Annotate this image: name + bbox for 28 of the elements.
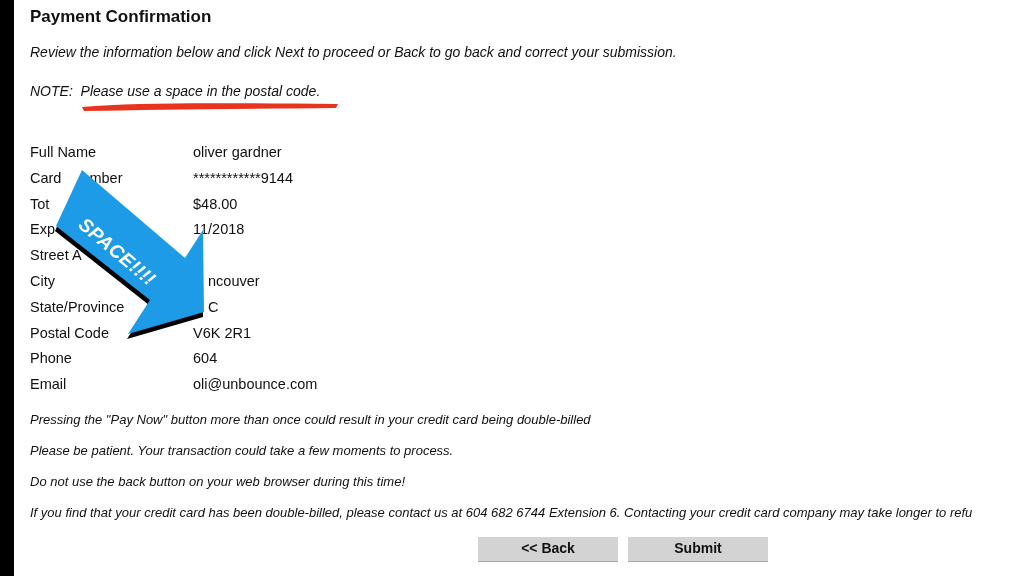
field-label: State/Province (30, 298, 125, 315)
field-value: ************9144 (193, 168, 293, 188)
note-text: NOTE: Please use a space in the postal code. (30, 82, 322, 101)
field-value: ncouver (208, 272, 260, 291)
field-label: Phone (30, 350, 72, 367)
back-button[interactable]: << Back (478, 536, 618, 562)
field-label: Postal Code (30, 324, 109, 341)
field-label: Card (30, 168, 62, 188)
notice-text: If you find that your credit card has been double-billed, please contact us at 604 682 6744 Extension 6. Contacting your credit card company may take longer to refu (30, 503, 974, 521)
field-label: Email (30, 376, 67, 393)
submit-button[interactable]: Submit (628, 536, 768, 562)
field-value: C (208, 297, 219, 317)
notice-text: Do not use the back button on your web browser during this time! (30, 472, 407, 490)
field-value: $48.00 (193, 194, 238, 214)
instructions-text: Review the information below and click Next to proceed or Back to go back and correct your submission. (30, 43, 678, 62)
page-title: Payment Confirmation (30, 6, 213, 26)
field-label: Tot (30, 195, 50, 212)
field-label: mber (89, 168, 123, 188)
notice-text: Please be patient. Your transaction could take a few moments to process. (30, 441, 455, 459)
field-value: V6K 2R1 (193, 323, 252, 343)
field-label: Exp (30, 221, 55, 238)
field-value: 604 (193, 349, 218, 369)
field-value: 11/2018 (193, 220, 245, 240)
field-value: oliver gardner (193, 143, 282, 162)
notice-text: Pressing the "Pay Now" button more than once could result in your credit card being double-billed (30, 410, 592, 428)
field-label: City (30, 273, 55, 289)
field-label: Full Name (30, 144, 97, 160)
field-value: oli@unbounce.com (193, 375, 318, 395)
